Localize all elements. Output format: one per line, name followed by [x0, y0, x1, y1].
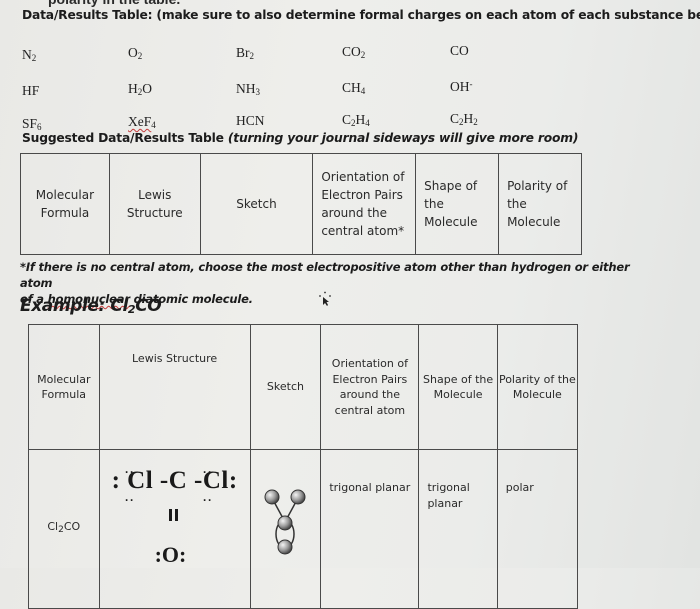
header-lewis-structure: Lewis Structure — [108, 153, 201, 255]
formula-br2: Br2 — [236, 45, 254, 61]
example-header-sketch: Sketch — [249, 324, 322, 450]
formula-c2h4: C2H4 — [342, 112, 370, 128]
lone-pair-dots: ·· — [202, 465, 213, 479]
formula-oh-minus: OH- — [450, 79, 473, 94]
example-header-polarity: Polarity of the Molecule — [496, 324, 579, 450]
cut-off-previous-line: polarity in the table. — [48, 0, 180, 7]
formula-ch4: CH4 — [342, 80, 366, 96]
example-data-row: Cl2CO : Cl -C -Cl: ·· ·· ·· ·· :O: trigo… — [28, 449, 579, 609]
example-shape-cell: trigonal planar — [418, 449, 498, 609]
formula-h2o: H2O — [128, 81, 152, 97]
example-header-row: Molecular Formula Lewis Structure Sketch… — [28, 324, 579, 450]
example-formula-cell: Cl2CO — [28, 449, 100, 609]
suggested-table-title: Suggested Data/Results Table (turning yo… — [22, 131, 579, 145]
footnote-line-1: *If there is no central atom, choose the… — [20, 260, 630, 290]
lone-pair-dots: ·· — [202, 493, 213, 507]
formula-co: CO — [450, 43, 469, 58]
ball-and-stick-model-icon — [264, 489, 306, 555]
mouse-cursor-icon — [319, 291, 331, 306]
example-title: Example: Cl2CO — [20, 296, 162, 316]
header-orientation: Orientation of Electron Pairs around the… — [312, 153, 417, 255]
header-polarity: Polarity of the Molecule — [498, 153, 582, 255]
formula-n2: N2 — [22, 47, 37, 63]
double-bond — [168, 509, 178, 521]
formula-hcn: HCN — [236, 113, 265, 128]
example-polarity-cell: polar — [496, 449, 579, 609]
lone-pair-dots: ·· — [124, 493, 135, 507]
header-shape: Shape of the Molecule — [415, 153, 500, 255]
suggested-results-table: Molecular Formula Lewis Structure Sketch… — [20, 153, 582, 255]
data-results-heading: Data/Results Table: (make sure to also d… — [22, 8, 700, 22]
example-sketch-cell — [249, 449, 322, 609]
header-molecular-formula: Molecular Formula — [20, 153, 110, 255]
example-header-molecular-formula: Molecular Formula — [28, 324, 100, 450]
example-table: Molecular Formula Lewis Structure Sketch… — [28, 324, 579, 609]
example-header-shape: Shape of the Molecule — [418, 324, 498, 450]
formula-o2: O2 — [128, 45, 143, 61]
lone-pair-dots: ·· — [124, 465, 135, 479]
formula-sf6: SF6 — [22, 116, 42, 132]
example-header-orientation: Orientation of Electron Pairs around the… — [320, 324, 420, 450]
formula-co2: CO2 — [342, 44, 366, 60]
lewis-oxygen: :O: — [154, 542, 187, 567]
table-header-row: Molecular Formula Lewis Structure Sketch… — [20, 153, 582, 255]
formula-nh3: NH3 — [236, 81, 260, 97]
formula-xef4: XeF4 — [128, 114, 156, 130]
example-header-lewis-structure: Lewis Structure — [98, 324, 251, 450]
formula-c2h2: C2H2 — [450, 111, 478, 127]
example-lewis-cell: : Cl -C -Cl: ·· ·· ·· ·· :O: — [98, 449, 251, 609]
example-orientation-cell: trigonal planar — [320, 449, 420, 609]
lewis-structure-drawing: : Cl -C -Cl: ·· ·· ·· ·· :O: — [100, 465, 250, 589]
header-sketch: Sketch — [199, 153, 314, 255]
formula-hf: HF — [22, 83, 40, 98]
